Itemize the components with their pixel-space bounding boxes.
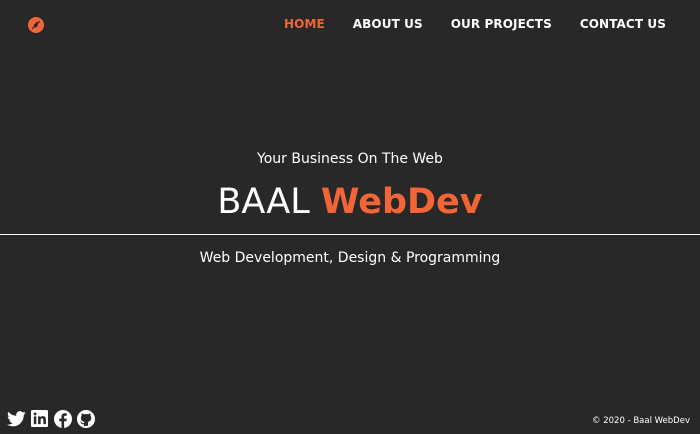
main-nav: HOME ABOUT US OUR PROJECTS CONTACT US xyxy=(256,17,666,31)
hero-title-plain: BAAL xyxy=(217,182,321,222)
twitter-icon xyxy=(7,410,26,426)
github-link[interactable] xyxy=(76,409,95,428)
hero-title: BAAL WebDev xyxy=(0,180,700,224)
nav-home[interactable]: HOME xyxy=(284,17,325,31)
linkedin-link[interactable] xyxy=(30,409,49,428)
facebook-link[interactable] xyxy=(53,409,72,428)
twitter-link[interactable] xyxy=(7,409,26,428)
hero-tagline: Your Business On The Web xyxy=(257,151,443,167)
hero-divider xyxy=(0,234,700,235)
github-icon xyxy=(76,409,95,428)
nav-our-projects[interactable]: OUR PROJECTS xyxy=(451,17,552,31)
page: HOME ABOUT US OUR PROJECTS CONTACT US Yo… xyxy=(0,0,700,434)
hero-title-accent: WebDev xyxy=(320,182,483,222)
facebook-icon xyxy=(53,409,72,428)
linkedin-icon xyxy=(31,410,48,427)
fire-ban-icon xyxy=(31,20,41,30)
copyright-text: © 2020 - Baal WebDev xyxy=(592,416,690,426)
social-links xyxy=(7,409,95,428)
nav-contact-us[interactable]: CONTACT US xyxy=(580,17,666,31)
site-logo[interactable] xyxy=(28,17,44,33)
nav-about-us[interactable]: ABOUT US xyxy=(353,17,423,31)
hero-subtitle: Web Development, Design & Programming xyxy=(199,250,501,266)
